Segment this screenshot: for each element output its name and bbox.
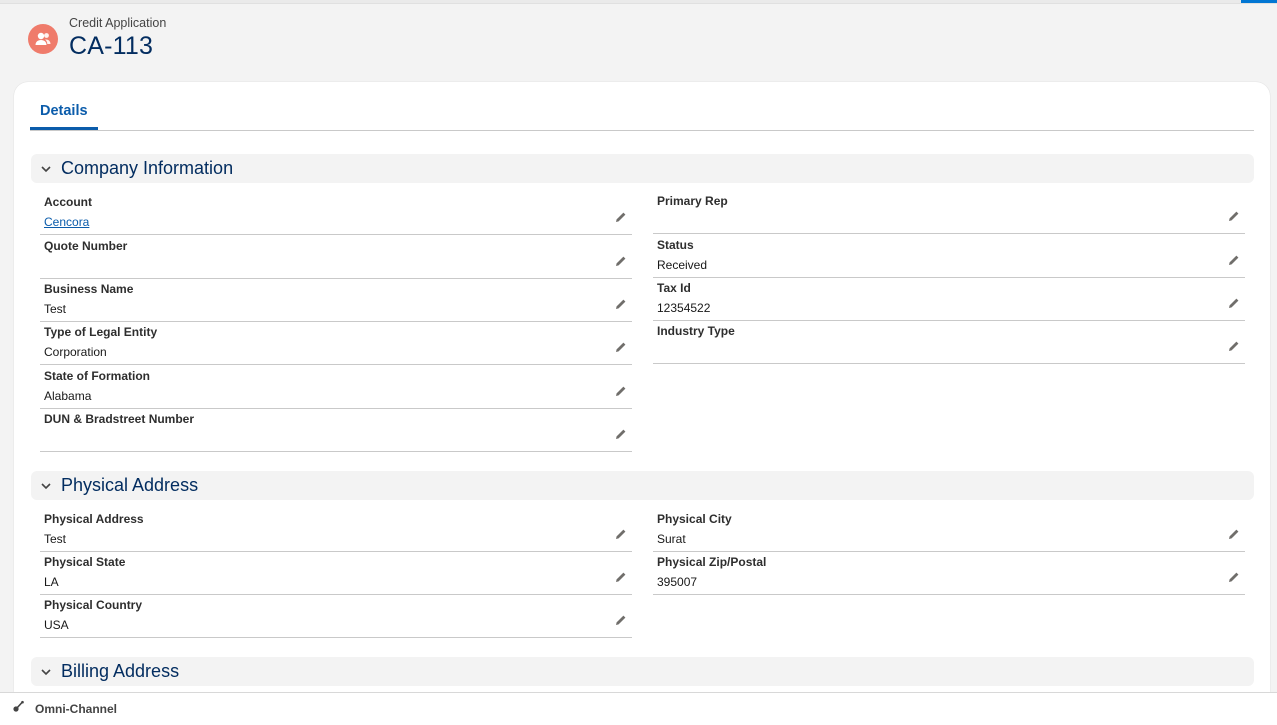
field-label: Quote Number — [44, 239, 128, 253]
section-title: Company Information — [61, 158, 234, 178]
section-title: Physical Address — [61, 475, 199, 495]
field-value: Corporation — [44, 345, 107, 359]
field-dun-bradstreet-number: DUN & Bradstreet Number — [40, 408, 632, 452]
field-value: 395007 — [657, 575, 698, 589]
pencil-icon[interactable] — [614, 297, 628, 311]
page-title: CA-113 — [69, 32, 154, 60]
field-label: Physical State — [44, 555, 126, 569]
field-value: Alabama — [44, 389, 92, 403]
user-group-icon — [28, 24, 58, 54]
field-quote-number: Quote Number — [40, 235, 632, 279]
pencil-icon[interactable] — [614, 384, 628, 398]
pencil-icon[interactable] — [614, 427, 628, 441]
tab-bar: Details — [30, 82, 1254, 131]
omni-channel-label: Omni-Channel — [35, 702, 118, 716]
field-physical-city: Physical City Surat — [653, 508, 1245, 552]
field-physical-zip-postal: Physical Zip/Postal 395007 — [653, 551, 1245, 595]
pencil-icon[interactable] — [1227, 339, 1241, 353]
field-value: Test — [44, 532, 67, 546]
object-name: Credit Application — [69, 16, 167, 30]
field-label: Primary Rep — [657, 194, 728, 208]
pencil-icon[interactable] — [1227, 570, 1241, 584]
section-header-physical-address[interactable]: Physical Address — [31, 471, 1254, 500]
chevron-down-icon — [31, 163, 61, 175]
tab-details[interactable]: Details — [30, 82, 98, 130]
account-link[interactable]: Cencora — [44, 215, 89, 229]
field-value: Surat — [657, 532, 686, 546]
field-label: Physical Address — [44, 512, 144, 526]
headset-icon — [12, 700, 25, 718]
field-label: Physical Country — [44, 598, 143, 612]
top-strip — [0, 0, 1277, 4]
field-physical-country: Physical Country USA — [40, 594, 632, 638]
pencil-icon[interactable] — [614, 570, 628, 584]
pencil-icon[interactable] — [614, 613, 628, 627]
pencil-icon[interactable] — [1227, 527, 1241, 541]
pencil-icon[interactable] — [614, 210, 628, 224]
field-label: Physical City — [657, 512, 732, 526]
pencil-icon[interactable] — [614, 340, 628, 354]
pencil-icon[interactable] — [1227, 253, 1241, 267]
field-value: Received — [657, 258, 708, 272]
utility-bar: Omni-Channel — [0, 692, 1277, 725]
section-title: Billing Address — [61, 661, 180, 681]
top-accent-bar — [1241, 0, 1277, 3]
field-physical-state: Physical State LA — [40, 551, 632, 595]
field-type-of-legal-entity: Type of Legal Entity Corporation — [40, 321, 632, 365]
field-label: DUN & Bradstreet Number — [44, 412, 195, 426]
field-label: Industry Type — [657, 324, 735, 338]
field-tax-id: Tax Id 12354522 — [653, 277, 1245, 321]
field-primary-rep: Primary Rep — [653, 190, 1245, 234]
field-physical-address: Physical Address Test — [40, 508, 632, 552]
section-header-company-information[interactable]: Company Information — [31, 154, 1254, 183]
page-header: Credit Application CA-113 — [28, 15, 166, 61]
pencil-icon[interactable] — [614, 254, 628, 268]
field-label: Status — [657, 238, 694, 252]
field-business-name: Business Name Test — [40, 278, 632, 322]
pencil-icon[interactable] — [1227, 209, 1241, 223]
record-detail-card: Details Company Information Account Cenc… — [14, 82, 1270, 692]
field-account: Account Cencora — [40, 191, 632, 235]
chevron-down-icon — [31, 666, 61, 678]
field-value: LA — [44, 575, 59, 589]
field-label: Business Name — [44, 282, 134, 296]
omni-channel-button[interactable]: Omni-Channel — [12, 700, 117, 718]
field-label: Physical Zip/Postal — [657, 555, 767, 569]
field-value: 12354522 — [657, 301, 711, 315]
section-header-billing-address[interactable]: Billing Address — [31, 657, 1254, 686]
pencil-icon[interactable] — [1227, 296, 1241, 310]
field-state-of-formation: State of Formation Alabama — [40, 365, 632, 409]
field-industry-type: Industry Type — [653, 320, 1245, 364]
chevron-down-icon — [31, 480, 61, 492]
field-label: Tax Id — [657, 281, 691, 295]
field-value: Test — [44, 302, 67, 316]
pencil-icon[interactable] — [614, 527, 628, 541]
field-value: USA — [44, 618, 69, 632]
field-label: Account — [44, 195, 92, 209]
field-label: Type of Legal Entity — [44, 325, 158, 339]
field-status: Status Received — [653, 234, 1245, 278]
field-label: State of Formation — [44, 369, 151, 383]
